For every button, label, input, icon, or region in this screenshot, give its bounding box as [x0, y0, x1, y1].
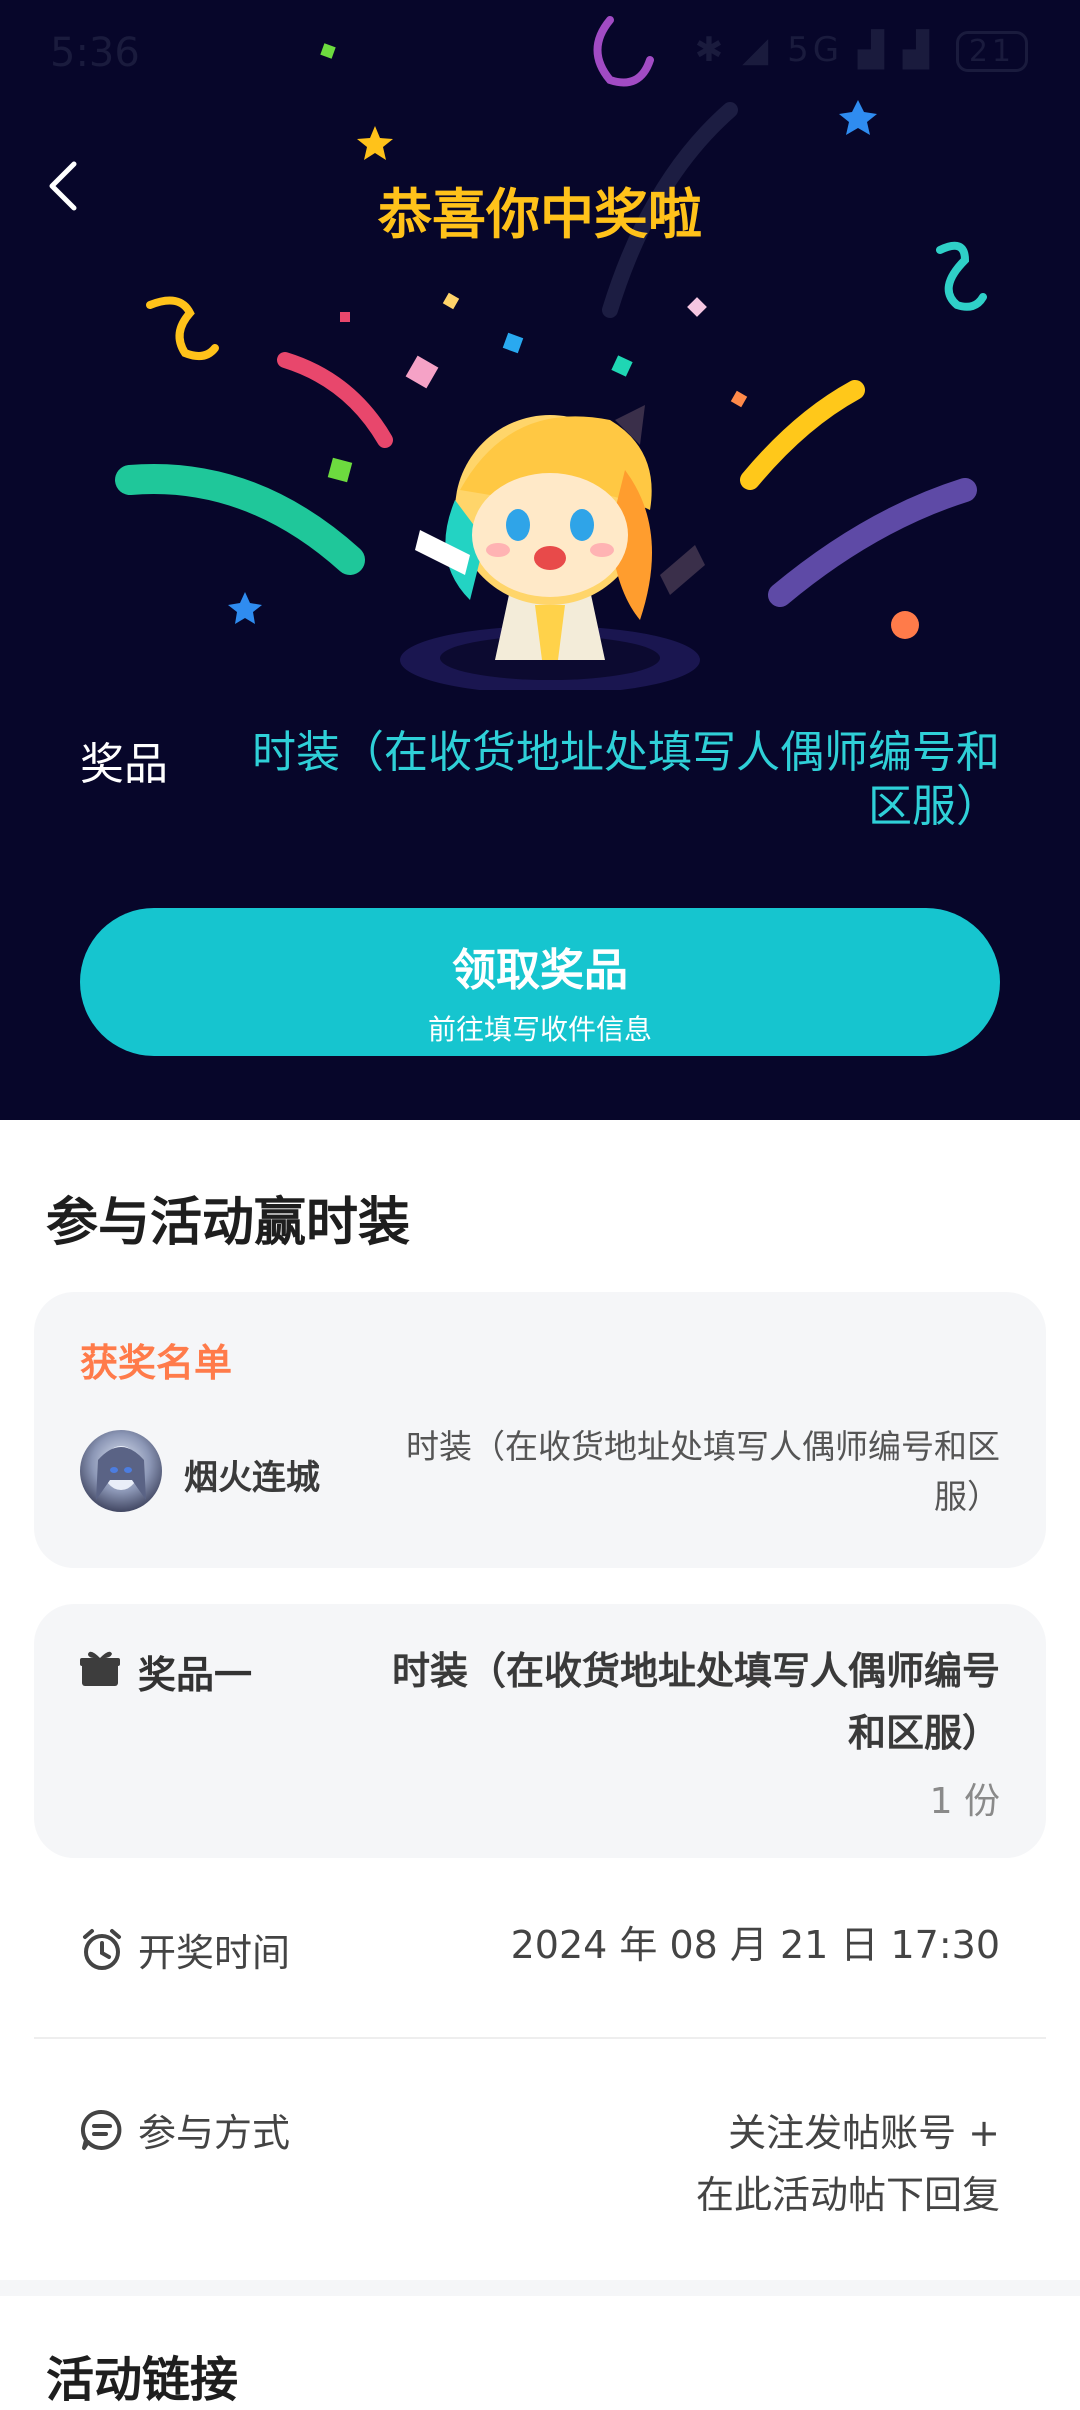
prize-name: 时装（在收货地址处填写人偶师编号和区服）	[252, 727, 1000, 832]
mascot-illustration	[400, 405, 705, 690]
prize-card: 奖品一 时装（在收货地址处填写人偶师编号和区服） 1 份	[34, 1604, 1046, 1858]
winners-card: 获奖名单 烟火连城 时装（在收货地址处填写人偶师编号和区服）	[34, 1292, 1046, 1568]
claim-prize-label: 领取奖品	[452, 945, 628, 996]
battery-icon: 21	[955, 31, 1028, 72]
mute-icon: ◢	[742, 30, 773, 70]
winners-heading: 获奖名单	[80, 1341, 233, 1385]
prize-tier: 奖品一	[138, 1653, 253, 1697]
battery-level: 21	[968, 34, 1015, 69]
draw-time-label: 开奖时间	[138, 1931, 291, 1975]
hero-banner: 5:36 ✱ ◢ 5G ▟ ▟ 21 恭喜你中奖啦 奖品 时装（在收货地址处填写…	[0, 0, 1080, 1120]
wifi-icon: ▟	[902, 30, 933, 70]
prize-card-name: 时装（在收货地址处填写人偶师编号和区服）	[391, 1649, 1000, 1755]
signal-icon: ▟	[857, 30, 889, 70]
status-bar: 5:36 ✱ ◢ 5G ▟ ▟ 21	[0, 0, 1080, 110]
winner-avatar[interactable]	[80, 1430, 162, 1512]
avatar-image	[96, 1446, 146, 1500]
winner-name: 烟火连城	[184, 1458, 320, 1498]
section-separator	[0, 2280, 1080, 2296]
status-time: 5:36	[50, 30, 140, 76]
bluetooth-icon: ✱	[694, 30, 728, 70]
claim-prize-button[interactable]: 领取奖品 前往填写收件信息	[80, 908, 1000, 1056]
winner-prize: 时装（在收货地址处填写人偶师编号和区服）	[406, 1427, 1000, 1516]
prize-label: 奖品	[80, 739, 168, 790]
hero-title: 恭喜你中奖啦	[378, 183, 702, 246]
section-title: 参与活动赢时装	[46, 1193, 411, 1253]
alarm-clock-icon	[83, 1929, 121, 1970]
join-method-line1: 关注发帖账号 +	[728, 2111, 1000, 2155]
join-method-label: 参与方式	[138, 2111, 291, 2155]
join-method-line2: 在此活动帖下回复	[695, 2173, 1000, 2217]
gift-icon	[80, 1651, 120, 1686]
join-method-row: 参与方式 关注发帖账号 + 在此活动帖下回复	[80, 2100, 1000, 2220]
divider	[34, 2037, 1046, 2039]
join-method-value: 关注发帖账号 + 在此活动帖下回复	[696, 2102, 1000, 2226]
network-label: 5G	[787, 30, 844, 70]
prize-count: 1 份	[929, 1781, 1000, 1822]
draw-time-row: 开奖时间 2024 年 08 月 21 日 17:30	[80, 1920, 1000, 1980]
claim-prize-subtitle: 前往填写收件信息	[427, 1013, 652, 1046]
status-icons: ✱ ◢ 5G ▟ ▟ 21	[695, 30, 1028, 72]
activity-link-title: 活动链接	[46, 2352, 239, 2408]
comment-icon	[80, 2109, 122, 2150]
draw-time-value: 2024 年 08 月 21 日 17:30	[510, 1923, 1000, 1967]
